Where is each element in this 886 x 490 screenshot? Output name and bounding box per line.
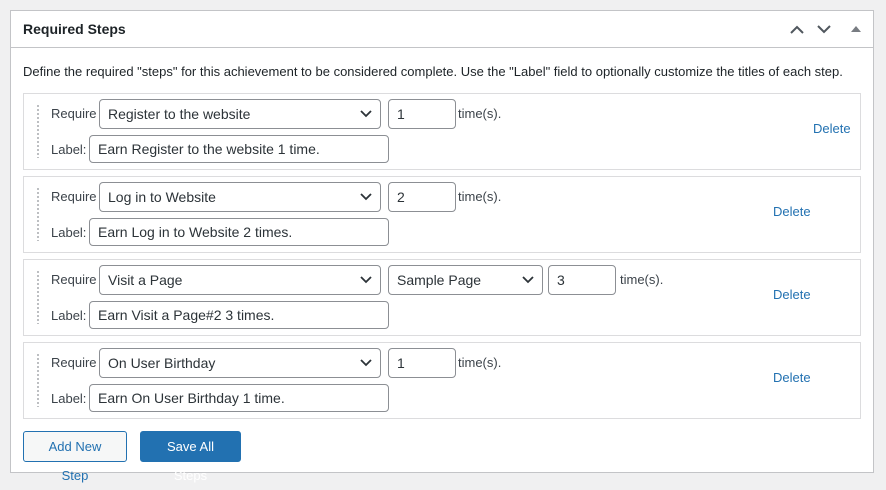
step-item: Require Visit a Page Sample Page 3 time(… [23,259,861,336]
times-label: time(s). [620,272,664,287]
require-label: Require [51,189,97,204]
chevron-down-icon [522,276,534,284]
step-label-input[interactable]: Earn Visit a Page#2 3 times. [89,301,389,329]
save-all-steps-button[interactable]: Save All Steps [140,431,241,483]
drag-handle-icon[interactable] [36,187,40,241]
times-label: time(s). [458,106,502,121]
chevron-up-icon [790,25,804,34]
drag-handle-icon[interactable] [36,270,40,324]
post-select-value: Sample Page [397,272,482,288]
count-input[interactable]: 3 [548,265,616,295]
box-header: Required Steps [11,11,873,48]
box-title: Required Steps [23,21,126,37]
label-caption: Label: [51,391,87,406]
chevron-down-icon [360,193,372,201]
chevron-down-icon [817,24,831,33]
delete-step-link[interactable]: Delete [773,287,811,302]
count-input[interactable]: 2 [388,182,456,212]
require-label: Require [51,355,97,370]
drag-handle-icon[interactable] [36,104,40,158]
add-new-step-button[interactable]: Add New Step [23,431,127,483]
trigger-select[interactable]: On User Birthday [99,348,381,378]
triangle-up-icon [851,26,861,32]
trigger-select[interactable]: Visit a Page [99,265,381,295]
chevron-down-icon [360,276,372,284]
chevron-down-icon [360,359,372,367]
label-caption: Label: [51,225,87,240]
toggle-panel-button[interactable] [846,19,866,39]
times-label: time(s). [458,189,502,204]
label-caption: Label: [51,142,87,157]
box-description: Define the required "steps" for this ach… [23,64,843,79]
trigger-select[interactable]: Log in to Website [99,182,381,212]
post-select[interactable]: Sample Page [388,265,543,295]
trigger-select-value: Log in to Website [108,189,216,205]
trigger-select-value: Register to the website [108,106,251,122]
move-down-button[interactable] [814,19,834,39]
step-label-input[interactable]: Earn On User Birthday 1 time. [89,384,389,412]
label-caption: Label: [51,308,87,323]
step-item: Require Log in to Website 2 time(s). Lab… [23,176,861,253]
count-input[interactable]: 1 [388,99,456,129]
require-label: Require [51,272,97,287]
trigger-select-value: Visit a Page [108,272,183,288]
required-steps-box: Required Steps Define the required "step… [10,10,874,483]
times-label: time(s). [458,355,502,370]
trigger-select-value: On User Birthday [108,355,216,371]
step-item: Require Register to the website 1 time(s… [23,93,861,170]
move-up-button[interactable] [787,19,807,39]
delete-step-link[interactable]: Delete [813,121,851,136]
step-label-input[interactable]: Earn Log in to Website 2 times. [89,218,389,246]
chevron-down-icon [360,110,372,118]
count-input[interactable]: 1 [388,348,456,378]
step-item: Require On User Birthday 1 time(s). Labe… [23,342,861,419]
drag-handle-icon[interactable] [36,353,40,407]
step-label-input[interactable]: Earn Register to the website 1 time. [89,135,389,163]
delete-step-link[interactable]: Delete [773,204,811,219]
trigger-select[interactable]: Register to the website [99,99,381,129]
require-label: Require [51,106,97,121]
delete-step-link[interactable]: Delete [773,370,811,385]
